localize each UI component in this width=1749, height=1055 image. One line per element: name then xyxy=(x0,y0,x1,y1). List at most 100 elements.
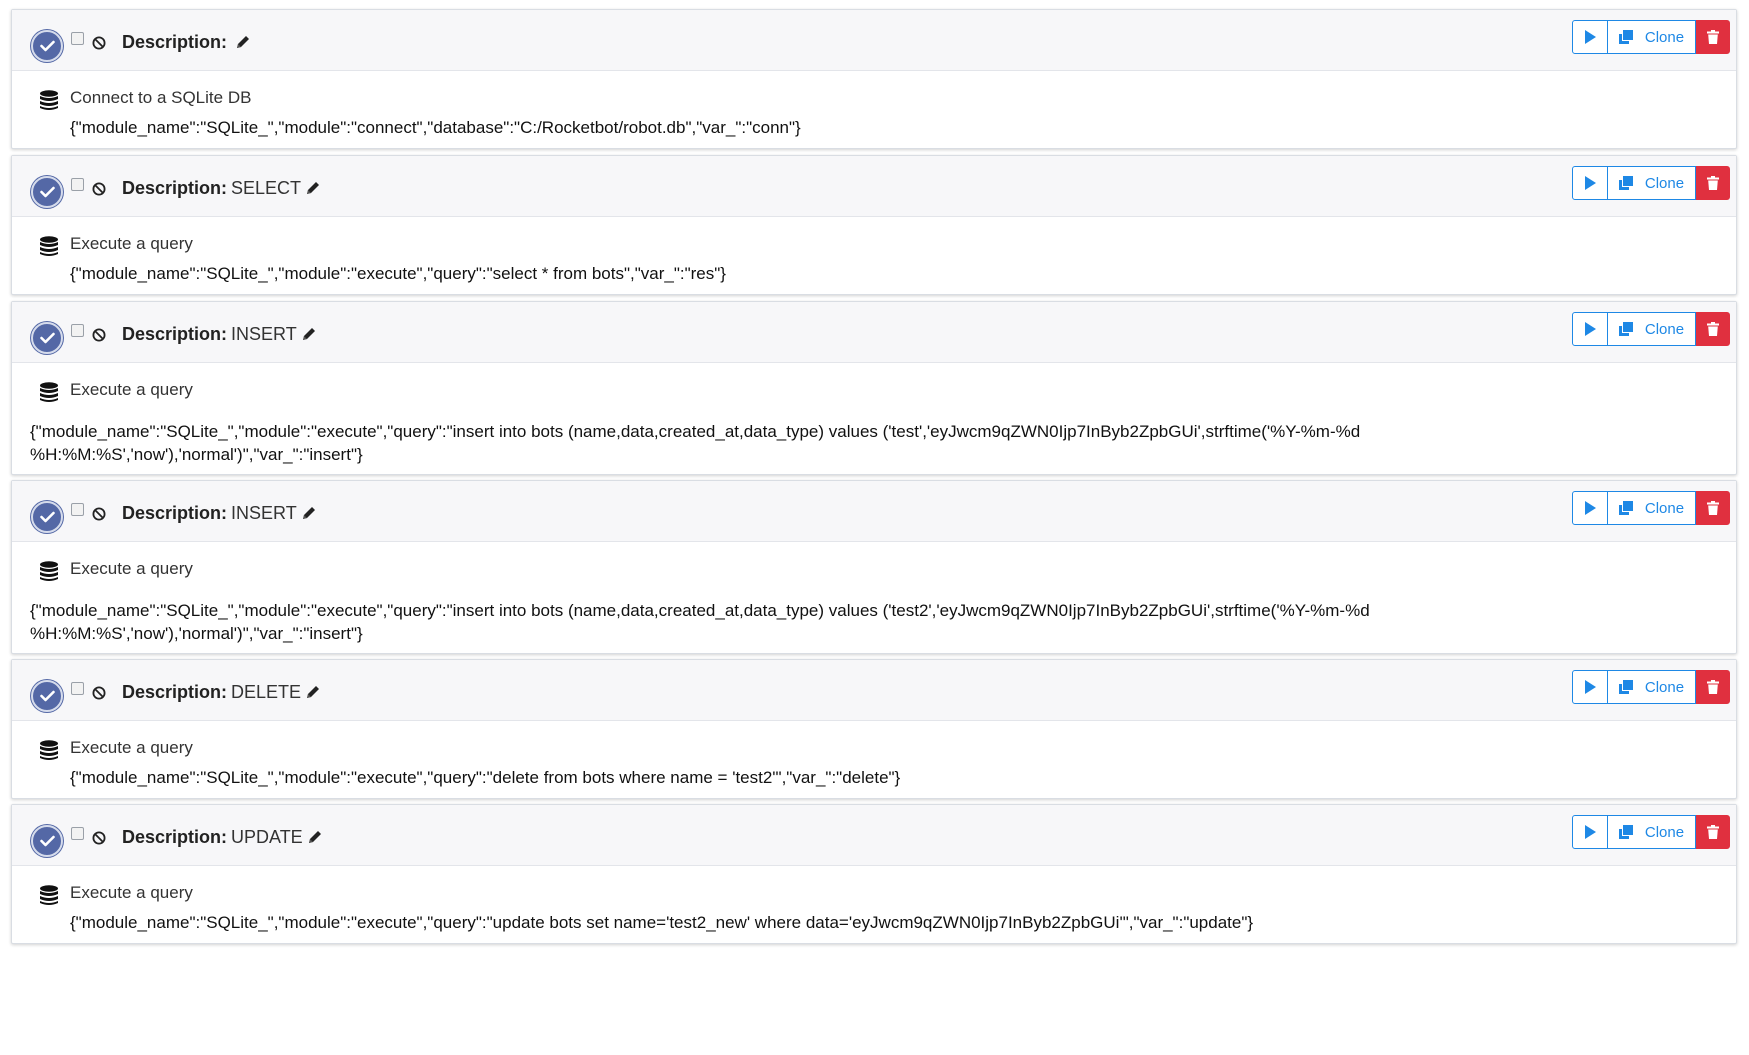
delete-button[interactable] xyxy=(1696,20,1730,54)
ban-icon[interactable] xyxy=(92,686,106,705)
ban-icon[interactable] xyxy=(92,36,106,55)
description: Description: SELECT xyxy=(122,176,321,200)
database-icon xyxy=(39,561,59,588)
database-icon xyxy=(39,382,59,409)
trash-icon xyxy=(1707,501,1719,515)
module-title: Execute a query xyxy=(70,559,193,578)
pencil-icon[interactable] xyxy=(307,827,323,851)
description-value: SELECT xyxy=(231,178,302,198)
clone-label: Clone xyxy=(1644,823,1685,841)
ban-icon[interactable] xyxy=(92,831,106,850)
database-icon xyxy=(39,236,59,263)
database-icon xyxy=(39,885,59,912)
run-button[interactable] xyxy=(1572,312,1608,346)
clone-label: Clone xyxy=(1644,174,1685,192)
select-checkbox[interactable] xyxy=(71,324,84,337)
delete-button[interactable] xyxy=(1696,670,1730,704)
action-buttons: Clone xyxy=(1572,491,1730,525)
action-buttons: Clone xyxy=(1572,312,1730,346)
delete-button[interactable] xyxy=(1696,491,1730,525)
select-checkbox[interactable] xyxy=(71,32,84,45)
trash-icon xyxy=(1707,322,1719,336)
pencil-icon[interactable] xyxy=(301,503,317,527)
clone-button[interactable]: Clone xyxy=(1608,166,1696,200)
check-circle-icon[interactable] xyxy=(31,322,63,354)
step-card: Description: UPDATE Clone Execute a query xyxy=(11,804,1737,944)
step-card: Description: DELETE Clone Execute a query xyxy=(11,659,1737,799)
step-header: Description: DELETE Clone xyxy=(12,660,1736,721)
play-icon xyxy=(1585,30,1596,44)
description-label: Description: xyxy=(122,324,228,344)
select-checkbox[interactable] xyxy=(71,503,84,516)
delete-button[interactable] xyxy=(1696,166,1730,200)
step-header: Description: INSERT Clone xyxy=(12,481,1736,542)
clone-label: Clone xyxy=(1644,28,1685,46)
clone-button[interactable]: Clone xyxy=(1608,670,1696,704)
select-checkbox[interactable] xyxy=(71,827,84,840)
select-checkbox[interactable] xyxy=(71,682,84,695)
database-icon xyxy=(39,740,59,767)
clone-label: Clone xyxy=(1644,499,1685,517)
trash-icon xyxy=(1707,825,1719,839)
step-card: Description: INSERT Clone Execute a query xyxy=(11,301,1737,475)
action-buttons: Clone xyxy=(1572,166,1730,200)
clone-button[interactable]: Clone xyxy=(1608,815,1696,849)
description-label: Description: xyxy=(122,503,228,523)
step-header: Description: Clone xyxy=(12,10,1736,71)
description-label: Description: xyxy=(122,178,228,198)
step-card: Description: INSERT Clone Execute a query xyxy=(11,480,1737,654)
run-button[interactable] xyxy=(1572,166,1608,200)
trash-icon xyxy=(1707,680,1719,694)
step-card: Description: SELECT Clone Execute a query xyxy=(11,155,1737,295)
description: Description: xyxy=(122,30,251,54)
description: Description: UPDATE xyxy=(122,825,323,849)
module-title: Execute a query xyxy=(70,380,193,399)
step-header: Description: INSERT Clone xyxy=(12,302,1736,363)
pencil-icon[interactable] xyxy=(235,32,251,56)
check-circle-icon[interactable] xyxy=(31,176,63,208)
description-value: DELETE xyxy=(231,682,302,702)
select-checkbox[interactable] xyxy=(71,178,84,191)
description: Description: INSERT xyxy=(122,501,317,525)
run-button[interactable] xyxy=(1572,491,1608,525)
play-icon xyxy=(1585,680,1596,694)
check-circle-icon[interactable] xyxy=(31,680,63,712)
description-value: INSERT xyxy=(231,324,297,344)
clone-button[interactable]: Clone xyxy=(1608,20,1696,54)
module-json: {"module_name":"SQLite_","module":"execu… xyxy=(70,913,1254,932)
clone-icon xyxy=(1618,501,1633,515)
pencil-icon[interactable] xyxy=(301,324,317,348)
pencil-icon[interactable] xyxy=(305,682,321,706)
clone-button[interactable]: Clone xyxy=(1608,312,1696,346)
clone-icon xyxy=(1618,680,1633,694)
run-button[interactable] xyxy=(1572,20,1608,54)
module-title: Execute a query xyxy=(70,738,193,757)
play-icon xyxy=(1585,825,1596,839)
ban-icon[interactable] xyxy=(92,507,106,526)
action-buttons: Clone xyxy=(1572,20,1730,54)
module-title: Execute a query xyxy=(70,883,193,902)
clone-icon xyxy=(1618,322,1633,336)
run-button[interactable] xyxy=(1572,815,1608,849)
play-icon xyxy=(1585,501,1596,515)
delete-button[interactable] xyxy=(1696,815,1730,849)
database-icon xyxy=(39,90,59,117)
pencil-icon[interactable] xyxy=(305,178,321,202)
check-circle-icon[interactable] xyxy=(31,825,63,857)
module-json: {"module_name":"SQLite_","module":"execu… xyxy=(70,264,726,283)
check-circle-icon[interactable] xyxy=(31,30,63,62)
check-circle-icon[interactable] xyxy=(31,501,63,533)
ban-icon[interactable] xyxy=(92,328,106,347)
clone-icon xyxy=(1618,825,1633,839)
module-title: Execute a query xyxy=(70,234,193,253)
ban-icon[interactable] xyxy=(92,182,106,201)
delete-button[interactable] xyxy=(1696,312,1730,346)
action-buttons: Clone xyxy=(1572,815,1730,849)
run-button[interactable] xyxy=(1572,670,1608,704)
module-json: {"module_name":"SQLite_","module":"conne… xyxy=(70,118,801,137)
description-value: UPDATE xyxy=(231,827,303,847)
play-icon xyxy=(1585,322,1596,336)
clone-button[interactable]: Clone xyxy=(1608,491,1696,525)
description-value: INSERT xyxy=(231,503,297,523)
play-icon xyxy=(1585,176,1596,190)
